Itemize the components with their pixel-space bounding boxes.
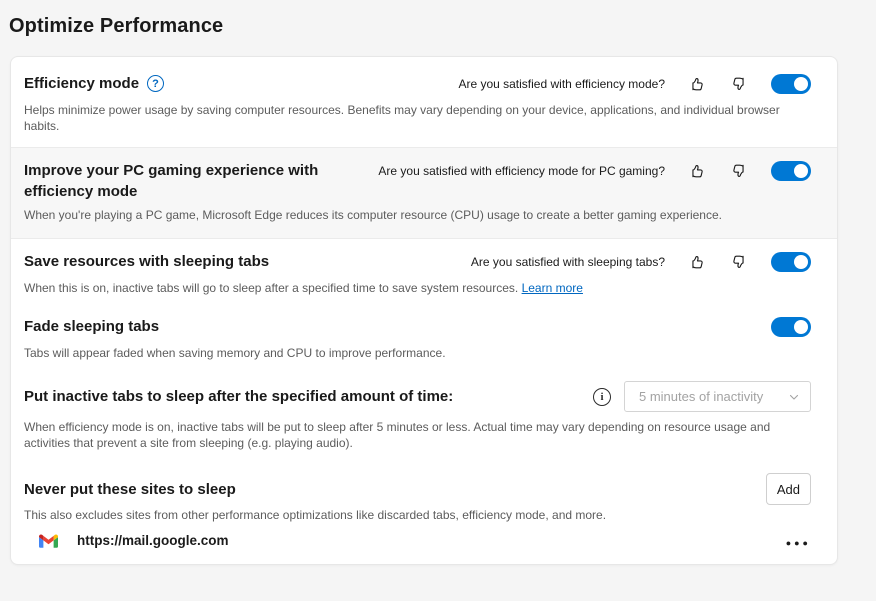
never-sleep-title: Never put these sites to sleep — [24, 479, 236, 500]
efficiency-feedback-question: Are you satisfied with efficiency mode? — [458, 77, 665, 91]
sleeping-tabs-toggle[interactable] — [771, 252, 811, 272]
thumbs-up-icon[interactable] — [687, 161, 707, 181]
section-sleeping-tabs: Save resources with sleeping tabs Are yo… — [11, 239, 837, 304]
sleep-timeout-description: When efficiency mode is on, inactive tab… — [24, 419, 790, 451]
site-url: https://mail.google.com — [77, 533, 786, 548]
pc-gaming-toggle[interactable] — [771, 161, 811, 181]
thumbs-down-icon[interactable] — [729, 74, 749, 94]
sleeping-tabs-title: Save resources with sleeping tabs — [24, 251, 269, 272]
pc-gaming-description: When you're playing a PC game, Microsoft… — [24, 207, 811, 223]
efficiency-mode-description: Helps minimize power usage by saving com… — [24, 102, 811, 134]
sleeping-tabs-description: When this is on, inactive tabs will go t… — [24, 281, 518, 295]
efficiency-mode-toggle[interactable] — [771, 74, 811, 94]
fade-tabs-description: Tabs will appear faded when saving memor… — [24, 345, 811, 361]
page-title: Optimize Performance — [9, 15, 876, 38]
help-icon[interactable]: ? — [147, 75, 164, 92]
learn-more-link[interactable]: Learn more — [522, 281, 583, 295]
site-list-item: https://mail.google.com ●●● — [39, 533, 811, 564]
section-sleep-timeout: Put inactive tabs to sleep after the spe… — [11, 369, 837, 459]
thumbs-up-icon[interactable] — [687, 252, 707, 272]
section-fade-sleeping-tabs: Fade sleeping tabs Tabs will appear fade… — [11, 304, 837, 369]
fade-tabs-toggle[interactable] — [771, 317, 811, 337]
thumbs-down-icon[interactable] — [729, 161, 749, 181]
efficiency-mode-title: Efficiency mode — [24, 73, 139, 94]
sleep-timeout-dropdown-value: 5 minutes of inactivity — [639, 389, 763, 404]
more-options-icon[interactable]: ●●● — [786, 535, 811, 547]
sleeping-tabs-feedback-question: Are you satisfied with sleeping tabs? — [471, 255, 665, 269]
pc-gaming-title: Improve your PC gaming experience with e… — [24, 160, 378, 202]
section-never-sleep: Never put these sites to sleep Add This … — [11, 459, 837, 523]
sleep-timeout-dropdown[interactable]: 5 minutes of inactivity — [624, 381, 811, 412]
settings-card: Efficiency mode ? Are you satisfied with… — [10, 56, 838, 565]
never-sleep-description: This also excludes sites from other perf… — [24, 507, 811, 523]
thumbs-up-icon[interactable] — [687, 74, 707, 94]
fade-tabs-title: Fade sleeping tabs — [24, 316, 159, 337]
add-site-button[interactable]: Add — [766, 473, 811, 505]
info-icon[interactable]: i — [593, 388, 611, 406]
section-efficiency-mode: Efficiency mode ? Are you satisfied with… — [11, 57, 837, 148]
section-pc-gaming: Improve your PC gaming experience with e… — [11, 148, 837, 239]
gmail-icon — [39, 533, 58, 548]
pc-gaming-feedback-question: Are you satisfied with efficiency mode f… — [378, 164, 665, 178]
thumbs-down-icon[interactable] — [729, 252, 749, 272]
sleep-timeout-title: Put inactive tabs to sleep after the spe… — [24, 386, 453, 407]
chevron-down-icon — [788, 391, 800, 403]
